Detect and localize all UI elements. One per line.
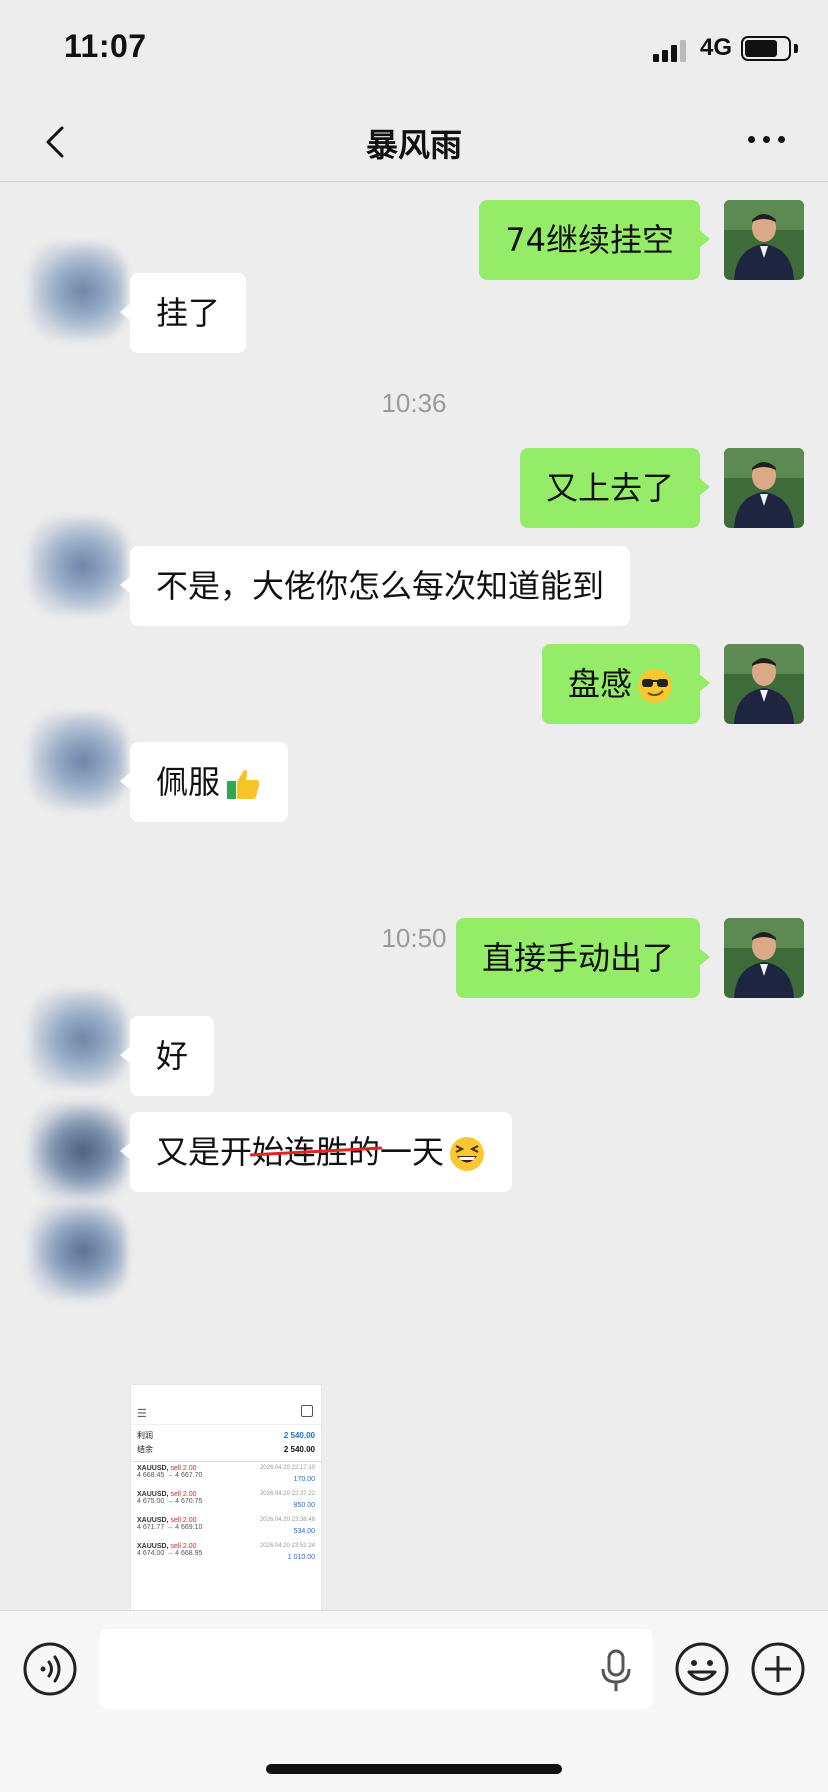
message-text: 74继续挂空 bbox=[505, 221, 674, 259]
trade-profit: 1 010.00 bbox=[287, 1554, 315, 1561]
message-text: 好 bbox=[156, 1037, 189, 1075]
trade-symbol: XAUUSD, bbox=[137, 1517, 169, 1524]
message-text: 一天 bbox=[380, 1133, 445, 1171]
trade-symbol: XAUUSD, bbox=[137, 1543, 169, 1550]
my-avatar[interactable] bbox=[724, 448, 804, 528]
message-text: 又上去了 bbox=[545, 469, 674, 507]
trade-row: XAUUSD, sell 2.00 4 674.00 → 4 668.95 20… bbox=[131, 1540, 321, 1566]
message-bubble-sent[interactable]: 又上去了 bbox=[519, 448, 711, 528]
chat-messages[interactable]: 74继续挂空 挂了 10:36 又上去了 不是，大佬你怎么每次知道能到 盘感 佩… bbox=[0, 183, 828, 1610]
trade-prices: 4 668.45 → 4 667.70 bbox=[137, 1472, 203, 1479]
chat-header: 暴风雨 bbox=[0, 100, 828, 182]
status-time: 11:07 bbox=[64, 28, 147, 64]
message-bubble-received[interactable]: 佩服 bbox=[119, 742, 289, 822]
trade-profit: 850.00 bbox=[293, 1502, 315, 1509]
my-avatar[interactable] bbox=[724, 200, 804, 280]
message-bubble-sent[interactable]: 直接手动出了 bbox=[455, 918, 711, 998]
menu-icon: ☰ bbox=[137, 1408, 147, 1420]
message-bubble-sent[interactable]: 74继续挂空 bbox=[479, 200, 710, 280]
trade-prices: 4 675.00 → 4 670.75 bbox=[137, 1498, 203, 1505]
battery-cap bbox=[794, 44, 798, 53]
add-attachment-icon[interactable] bbox=[750, 1641, 806, 1697]
message-text: 挂了 bbox=[156, 294, 221, 332]
trade-row: XAUUSD, sell 2.00 4 675.00 → 4 670.75 20… bbox=[131, 1488, 321, 1514]
message-timestamp: 10:36 bbox=[381, 388, 447, 418]
status-bar: 11:07 4G bbox=[0, 0, 828, 100]
contact-avatar[interactable] bbox=[20, 991, 126, 1091]
strikethrough-text: 始连胜的 bbox=[252, 1133, 381, 1171]
trade-date: 2026.04.20 22:37:22 bbox=[259, 1491, 315, 1497]
message-text: 盘感 bbox=[567, 665, 632, 703]
network-label: 4G bbox=[700, 34, 733, 61]
thumbnail-summary: 利润 2 540.00 结余 2 540.00 bbox=[131, 1425, 321, 1462]
message-bubble-received[interactable]: 不是，大佬你怎么每次知道能到 bbox=[119, 546, 631, 626]
message-bubble-received[interactable]: 好 bbox=[119, 1016, 215, 1096]
summary-value: 2 540.00 bbox=[283, 1431, 315, 1440]
trade-prices: 4 671.77 → 4 669.10 bbox=[137, 1524, 203, 1531]
contact-avatar[interactable] bbox=[20, 1203, 126, 1303]
trade-row: XAUUSD, sell 2.00 4 668.45 → 4 667.70 20… bbox=[131, 1462, 321, 1488]
message-text: 佩服 bbox=[156, 763, 221, 801]
microphone-icon[interactable] bbox=[596, 1649, 636, 1693]
trade-date: 2026.04.20 23:38:48 bbox=[259, 1517, 315, 1523]
voice-input-icon[interactable] bbox=[22, 1641, 78, 1697]
thumbs-up-emoji-icon bbox=[227, 769, 260, 799]
trade-side: sell 2.00 bbox=[170, 1517, 197, 1524]
summary-label: 结余 bbox=[137, 1445, 153, 1454]
chat-title: 暴风雨 bbox=[365, 126, 462, 164]
trade-profit: 170.00 bbox=[293, 1476, 315, 1483]
message-text: 不是，大佬你怎么每次知道能到 bbox=[156, 567, 605, 605]
home-indicator[interactable] bbox=[266, 1764, 562, 1774]
my-avatar[interactable] bbox=[724, 918, 804, 998]
message-input[interactable] bbox=[100, 1629, 652, 1709]
calendar-icon bbox=[301, 1405, 313, 1417]
trade-side: sell 2.00 bbox=[170, 1543, 197, 1550]
trade-side: sell 2.00 bbox=[170, 1465, 197, 1472]
message-text: 又是开 bbox=[156, 1133, 253, 1171]
thumbnail-toolbar: ☰ bbox=[131, 1385, 321, 1425]
trade-symbol: XAUUSD, bbox=[137, 1465, 169, 1472]
my-avatar[interactable] bbox=[724, 644, 804, 724]
emoji-picker-icon[interactable] bbox=[674, 1641, 730, 1697]
signal-icon bbox=[653, 38, 686, 62]
battery-icon bbox=[741, 36, 791, 61]
trade-symbol: XAUUSD, bbox=[137, 1491, 169, 1498]
trade-date: 2026.04.20 23:52:24 bbox=[259, 1543, 315, 1549]
more-options-icon[interactable] bbox=[748, 136, 785, 143]
grinning-squinting-emoji-icon bbox=[450, 1137, 485, 1171]
trade-side: sell 2.00 bbox=[170, 1491, 197, 1498]
message-text: 直接手动出了 bbox=[481, 939, 674, 977]
contact-avatar[interactable] bbox=[20, 1103, 126, 1203]
summary-value: 2 540.00 bbox=[283, 1445, 315, 1454]
trade-profit: 534.00 bbox=[293, 1528, 315, 1535]
message-bubble-received[interactable]: 又是开始连胜的一天 bbox=[119, 1112, 513, 1192]
message-bubble-sent[interactable]: 盘感 bbox=[541, 644, 711, 724]
trade-date: 2026.04.20 22:17:10 bbox=[259, 1465, 315, 1471]
sunglasses-emoji-icon bbox=[638, 669, 672, 703]
contact-avatar[interactable] bbox=[20, 243, 126, 343]
trade-row: XAUUSD, sell 2.00 4 671.77 → 4 669.10 20… bbox=[131, 1514, 321, 1540]
image-message-thumbnail[interactable]: ☰ 利润 2 540.00 结余 2 540.00 XAUUSD, sell 2.0… bbox=[130, 1384, 322, 1610]
contact-avatar[interactable] bbox=[20, 713, 126, 813]
message-bubble-received[interactable]: 挂了 bbox=[119, 273, 247, 353]
summary-label: 利润 bbox=[137, 1431, 153, 1440]
contact-avatar[interactable] bbox=[20, 518, 126, 618]
